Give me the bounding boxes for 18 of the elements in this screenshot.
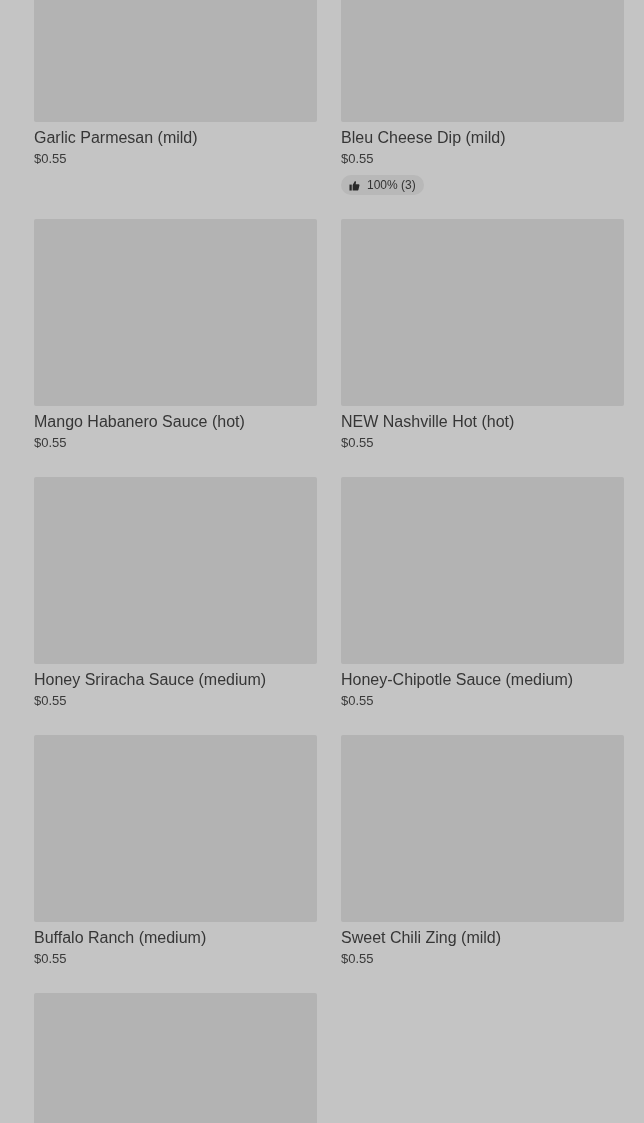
item-price: $0.55 [34, 693, 67, 709]
item-name: Garlic Parmesan (mild) [34, 128, 198, 148]
item-name: Buffalo Ranch (medium) [34, 928, 207, 948]
thumbs-up-icon [349, 179, 360, 191]
item-name: NEW Nashville Hot (hot) [341, 412, 515, 432]
item-name: Honey Sriracha Sauce (medium) [34, 670, 267, 690]
item-price: $0.55 [341, 435, 374, 451]
item-price: $0.55 [341, 151, 374, 167]
item-price: $0.55 [341, 693, 374, 709]
item-name: Mango Habanero Sauce (hot) [34, 412, 245, 432]
item-name: Bleu Cheese Dip (mild) [341, 128, 506, 148]
rating-text: 100% (3) [367, 178, 416, 192]
item-price: $0.55 [34, 951, 67, 967]
item-name: Honey-Chipotle Sauce (medium) [341, 670, 574, 690]
item-price: $0.55 [34, 435, 67, 451]
item-name: Sweet Chili Zing (mild) [341, 928, 502, 948]
item-price: $0.55 [341, 951, 374, 967]
item-price: $0.55 [34, 151, 67, 167]
